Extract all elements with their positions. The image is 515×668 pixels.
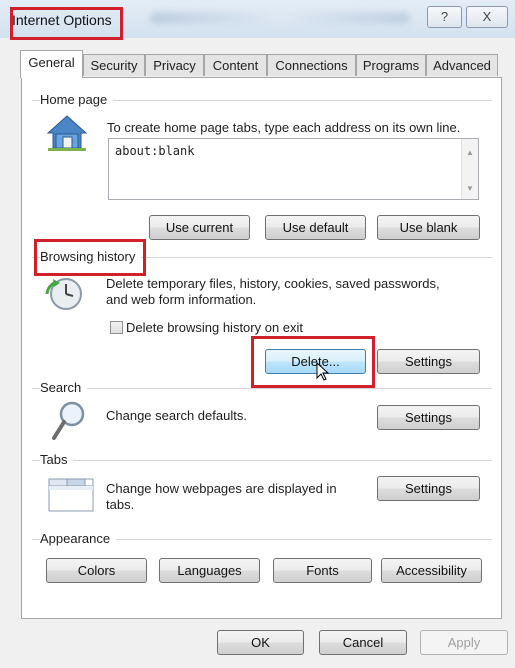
browsing-history-label: Browsing history [40, 249, 142, 264]
fonts-button[interactable]: Fonts [273, 558, 372, 583]
use-default-button[interactable]: Use default [265, 215, 366, 240]
use-current-button[interactable]: Use current [149, 215, 250, 240]
tab-advanced[interactable]: Advanced [426, 54, 498, 76]
close-button[interactable]: X [466, 6, 508, 28]
accessibility-button[interactable]: Accessibility [381, 558, 482, 583]
window-title: Internet Options [12, 12, 112, 28]
search-settings-button[interactable]: Settings [377, 405, 480, 430]
cancel-button[interactable]: Cancel [319, 630, 407, 655]
browsing-history-settings-button[interactable]: Settings [377, 349, 480, 374]
search-label: Search [40, 380, 88, 395]
title-bar: Internet Options ? X [0, 0, 515, 38]
home-page-label: Home page [40, 92, 114, 107]
delete-on-exit-checkbox[interactable] [110, 321, 123, 334]
tab-programs[interactable]: Programs [356, 54, 426, 76]
browsing-history-description-1: Delete temporary files, history, cookies… [106, 276, 440, 291]
scroll-down-icon[interactable]: ▼ [466, 184, 474, 193]
use-blank-button[interactable]: Use blank [377, 215, 480, 240]
home-page-textarea[interactable]: about:blank ▲ ▼ [108, 138, 479, 200]
tab-general[interactable]: General [20, 50, 83, 78]
browsing-history-description-2: and web form information. [106, 292, 257, 307]
tabs-separator [32, 460, 492, 461]
search-description: Change search defaults. [106, 408, 247, 423]
mouse-cursor-icon [316, 362, 330, 381]
search-separator [32, 388, 492, 389]
home-page-description: To create home page tabs, type each addr… [107, 120, 461, 135]
languages-button[interactable]: Languages [159, 558, 260, 583]
apply-button[interactable]: Apply [420, 630, 508, 655]
appearance-label: Appearance [40, 531, 117, 546]
general-tab-panel: Home page To create home page tabs, type… [21, 77, 502, 619]
close-icon: X [482, 9, 492, 24]
ok-button[interactable]: OK [217, 630, 304, 655]
help-icon: ? [440, 9, 449, 24]
clock-history-icon [45, 278, 82, 310]
blurred-title-region [150, 12, 410, 24]
tab-privacy[interactable]: Privacy [145, 54, 204, 76]
tabs-label: Tabs [40, 452, 74, 467]
tabs-settings-button[interactable]: Settings [377, 476, 480, 501]
tabs-description-1: Change how webpages are displayed in [106, 481, 337, 496]
tab-connections[interactable]: Connections [267, 54, 356, 76]
tabs-window-icon [48, 478, 94, 512]
tabs-description-2: tabs. [106, 497, 135, 512]
scroll-up-icon[interactable]: ▲ [466, 148, 474, 157]
home-page-scrollbar[interactable]: ▲ ▼ [461, 139, 478, 199]
delete-on-exit-label[interactable]: Delete browsing history on exit [126, 320, 303, 336]
home-page-value: about:blank [115, 144, 195, 158]
tab-security[interactable]: Security [83, 54, 145, 76]
magnifier-icon [52, 401, 85, 440]
home-icon [46, 115, 88, 151]
tab-content[interactable]: Content [204, 54, 267, 76]
help-button[interactable]: ? [427, 6, 462, 28]
colors-button[interactable]: Colors [46, 558, 147, 583]
